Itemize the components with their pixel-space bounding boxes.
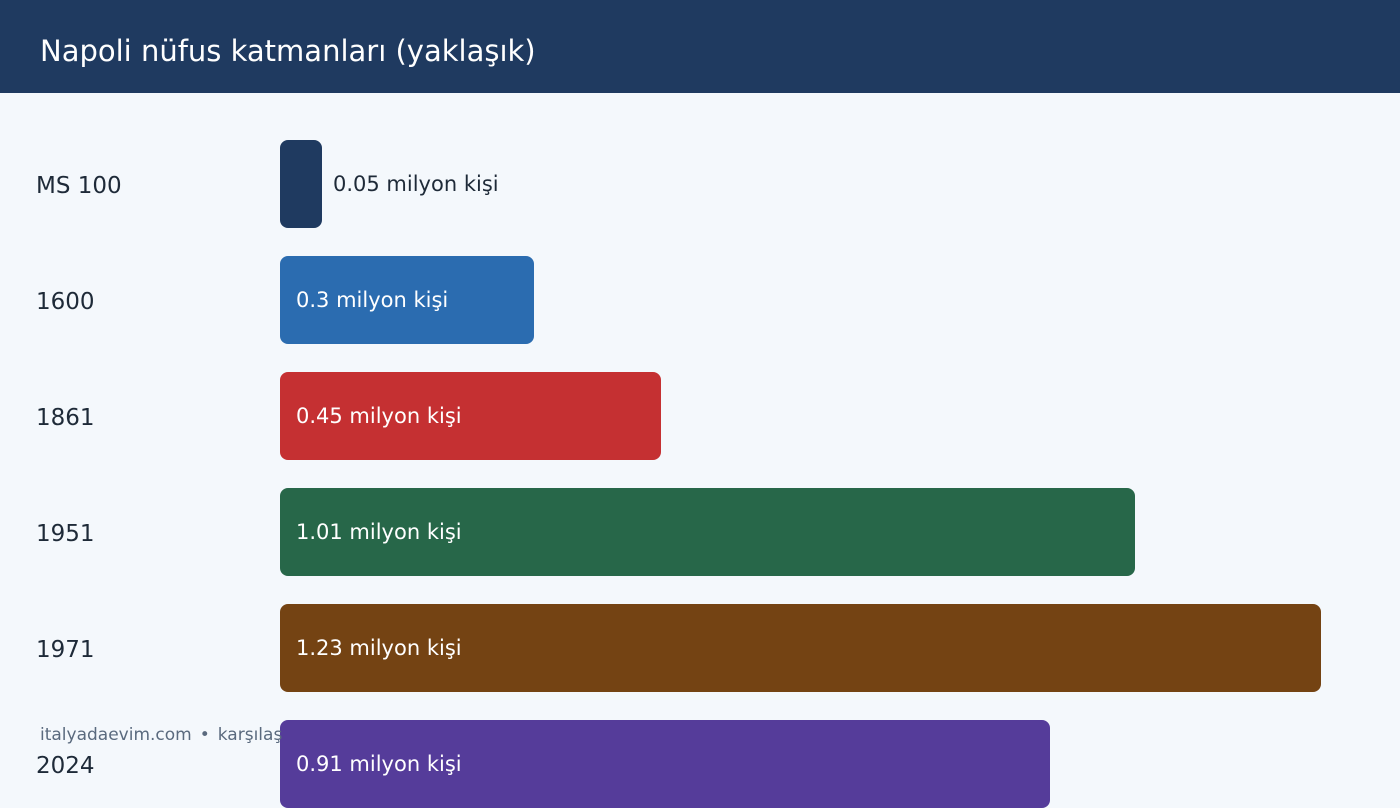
footer: italyadaevim.com • karşılaş bbox=[40, 723, 282, 747]
category-label: 1861 bbox=[36, 405, 95, 431]
category-label: 2024 bbox=[36, 753, 95, 779]
data-label: 1.01 milyon kişi bbox=[296, 520, 462, 544]
category-label: 1600 bbox=[36, 289, 95, 315]
footer-note: karşılaş bbox=[217, 725, 283, 745]
data-label: 0.91 milyon kişi bbox=[296, 752, 462, 776]
footer-site-link[interactable]: italyadaevim.com bbox=[40, 725, 192, 745]
category-label: MS 100 bbox=[36, 173, 122, 199]
page-title: Napoli nüfus katmanları (yaklaşık) bbox=[40, 34, 536, 68]
category-label: 1971 bbox=[36, 637, 95, 663]
data-label: 0.45 milyon kişi bbox=[296, 404, 462, 428]
bar bbox=[280, 140, 322, 228]
data-label: 0.05 milyon kişi bbox=[333, 172, 499, 196]
data-label: 1.23 milyon kişi bbox=[296, 636, 462, 660]
footer-separator: • bbox=[199, 725, 210, 745]
header-bar: Napoli nüfus katmanları (yaklaşık) bbox=[0, 0, 1400, 93]
data-label: 0.3 milyon kişi bbox=[296, 288, 449, 312]
category-label: 1951 bbox=[36, 521, 95, 547]
